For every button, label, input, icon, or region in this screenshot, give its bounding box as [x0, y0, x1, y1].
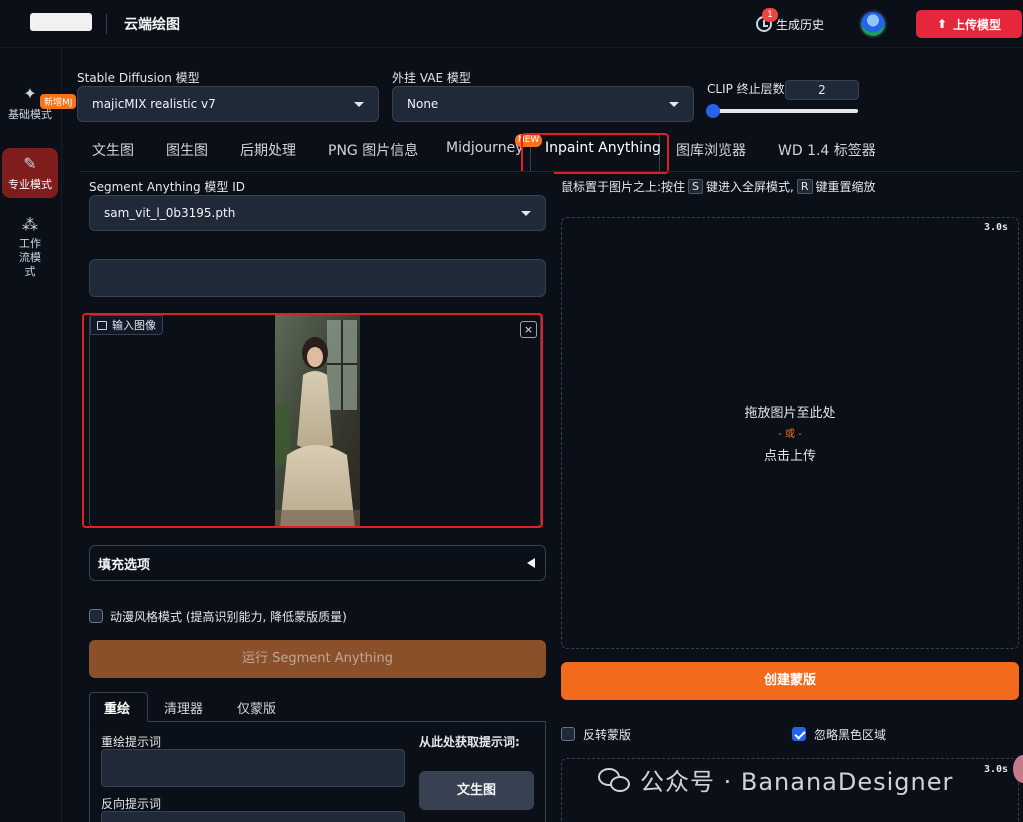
sidebar-item-workflow[interactable]: ⁂ 工作流模式	[2, 215, 58, 279]
prompt-textarea[interactable]	[101, 749, 405, 787]
input-photo	[275, 315, 360, 527]
input-image-label-text: 输入图像	[112, 319, 156, 332]
fullscreen-hint: 鼠标置于图片之上:按住 S 键进入全屏模式, R 键重置缩放	[561, 178, 876, 195]
sam-model-value: sam_vit_l_0b3195.pth	[104, 206, 236, 220]
key-r: R	[796, 179, 813, 194]
get-prompt-label: 从此处获取提示词:	[419, 735, 520, 749]
upload-icon: ⬆	[936, 17, 948, 31]
fill-options-label: 填充选项	[98, 557, 151, 573]
upload-label: 上传模型	[953, 17, 1002, 32]
chevron-down-icon	[669, 101, 679, 107]
vae-select[interactable]: None	[392, 86, 694, 122]
key-s: S	[688, 179, 704, 194]
hint-text: 鼠标置于图片之上:按住	[561, 180, 686, 194]
workflow-icon: ⁂	[22, 215, 38, 234]
new-feature-badge: 新增MJ	[40, 94, 77, 109]
subtab-mask-only[interactable]: 仅蒙版	[237, 698, 276, 717]
tab-postprocess[interactable]: 后期处理	[240, 140, 296, 160]
invert-mask-label: 反转蒙版	[583, 728, 632, 742]
tab-wd-tagger[interactable]: WD 1.4 标签器	[778, 140, 876, 160]
subtab-cleaner[interactable]: 清理器	[164, 698, 203, 717]
sidebar-item-pro[interactable]: ✎ 专业模式	[2, 148, 58, 198]
sd-model-select[interactable]: majicMIX realistic v7	[77, 86, 379, 122]
app-title: 云端绘图	[124, 17, 180, 33]
sd-model-label: Stable Diffusion 模型	[77, 71, 200, 85]
click-upload-text[interactable]: 点击上传	[561, 445, 1019, 464]
anime-mode-label: 动漫风格模式 (提高识别能力, 降低蒙版质量)	[110, 610, 347, 624]
hint-text: 键重置缩放	[815, 180, 876, 194]
clip-slider-thumb[interactable]	[706, 104, 720, 118]
divider	[106, 14, 107, 34]
sam-model-select[interactable]: sam_vit_l_0b3195.pth	[89, 195, 546, 231]
tab-midjourney[interactable]: Midjourney	[446, 140, 523, 156]
subtab-inpaint[interactable]: 重绘	[104, 698, 130, 717]
tab-inpaint-anything[interactable]: Inpaint Anything	[545, 140, 661, 156]
tab-txt2img[interactable]: 文生图	[92, 140, 134, 160]
ignore-black-checkbox[interactable]	[792, 727, 806, 741]
negative-prompt-label: 反向提示词	[101, 797, 162, 811]
watermark-text: 公众号 · BananaDesigner	[640, 768, 954, 796]
history-label: 生成历史	[776, 17, 825, 32]
drop-or-text: - 或 -	[778, 429, 802, 440]
wechat-icon	[598, 766, 632, 794]
avatar[interactable]	[859, 10, 887, 38]
ignore-black-label: 忽略黑色区域	[814, 728, 887, 742]
text-input[interactable]	[89, 259, 546, 297]
sidebar-item-label: 工作流模式	[19, 237, 41, 278]
watermark: 公众号 · BananaDesigner	[598, 762, 953, 797]
clip-slider[interactable]	[712, 109, 858, 113]
timer-label-2: 3.0s	[984, 764, 1009, 775]
history-count-badge: 1	[762, 8, 778, 22]
logo	[30, 13, 92, 31]
sd-model-value: majicMIX realistic v7	[92, 97, 216, 111]
drop-text: 拖放图片至此处	[744, 406, 836, 421]
collapse-arrow-icon	[527, 558, 535, 568]
run-segment-anything-button[interactable]: 运行 Segment Anything	[89, 640, 546, 678]
sam-model-label: Segment Anything 模型 ID	[89, 180, 246, 194]
vae-value: None	[407, 97, 439, 111]
timer-label: 3.0s	[984, 222, 1009, 233]
chevron-down-icon	[354, 101, 364, 107]
sidebar-item-label: 基础模式	[8, 108, 52, 121]
tab-gallery[interactable]: 图库浏览器	[676, 140, 746, 160]
create-mask-button[interactable]: 创建蒙版	[561, 662, 1019, 700]
sidebar-item-label: 专业模式	[8, 178, 52, 191]
tab-png-info[interactable]: PNG 图片信息	[328, 140, 418, 160]
clip-label: CLIP 终止层数	[707, 82, 785, 96]
get-from-txt2img-button[interactable]: 文生图	[419, 771, 534, 810]
negative-prompt-textarea[interactable]	[101, 811, 405, 822]
input-image-label: 输入图像	[90, 315, 163, 335]
prompt-label: 重绘提示词	[101, 735, 162, 749]
fill-options-accordion[interactable]: 填充选项	[89, 545, 546, 581]
invert-mask-checkbox[interactable]	[561, 727, 575, 741]
vae-label: 外挂 VAE 模型	[392, 71, 471, 85]
upload-model-button[interactable]: ⬆ 上传模型	[916, 10, 1022, 38]
clip-value-input[interactable]: 2	[785, 80, 859, 100]
new-badge: NEW	[515, 134, 543, 147]
top-bar: 云端绘图 生成历史 1 ⬆ 上传模型	[0, 0, 1023, 48]
hint-text: 键进入全屏模式,	[706, 180, 794, 194]
brush-icon: ✎	[23, 154, 37, 173]
close-icon[interactable]: ×	[520, 321, 537, 338]
tab-img2img[interactable]: 图生图	[166, 140, 208, 160]
image-icon	[97, 320, 107, 330]
chevron-down-icon	[521, 210, 531, 216]
anime-mode-checkbox[interactable]	[89, 609, 103, 623]
